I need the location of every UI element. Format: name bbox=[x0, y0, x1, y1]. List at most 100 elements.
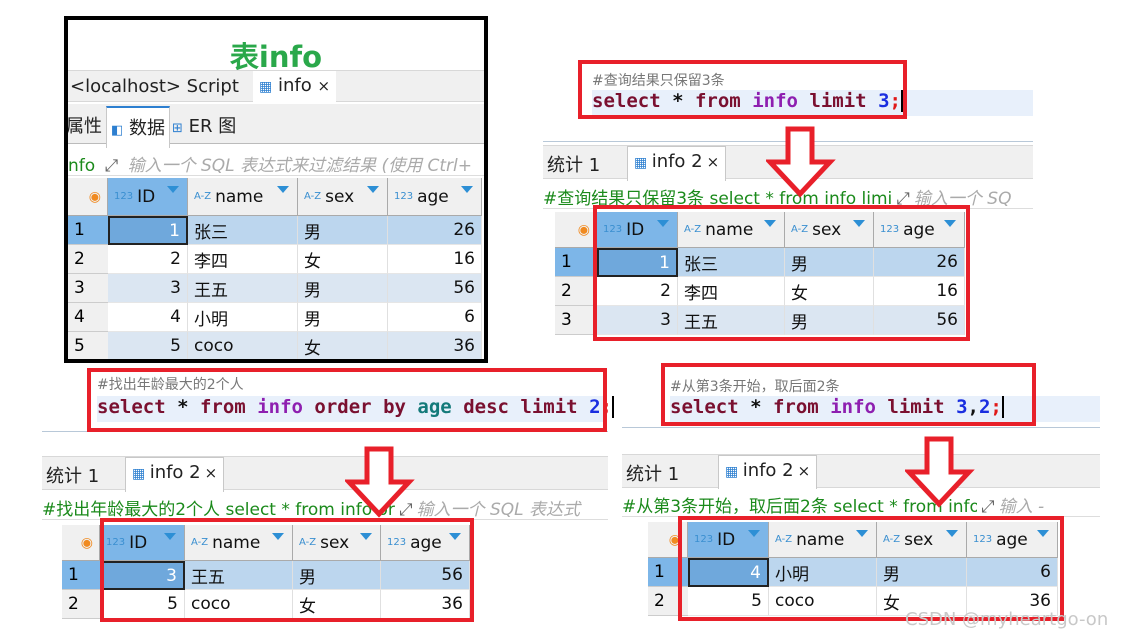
filter-input[interactable]: 输入一个 SQL 表达式来过滤结果 (使用 Ctrl+ bbox=[128, 156, 472, 175]
table-cell[interactable]: 4 bbox=[108, 303, 188, 332]
close-icon[interactable]: × bbox=[317, 77, 330, 95]
table-cell[interactable]: 6 bbox=[388, 303, 482, 332]
table-cell[interactable]: 2 bbox=[108, 245, 188, 274]
expand-icon[interactable]: ⤢ bbox=[105, 156, 119, 175]
record-icon: ◉ bbox=[80, 534, 93, 551]
offset-panel: #从第3条开始，取后面2条 select * from info limit 3,… bbox=[622, 363, 1100, 639]
results-tabbar: 统计 1 ▦ info 2 × bbox=[622, 454, 1100, 492]
filter-query: nfo bbox=[68, 156, 96, 176]
column-name: ID bbox=[137, 186, 156, 207]
tab-statistics[interactable]: 统计 1 bbox=[626, 460, 679, 486]
filter-input[interactable]: 输入一个 SQL 表达式 bbox=[417, 500, 580, 519]
er-diagram-icon: ⊞ bbox=[172, 121, 183, 136]
row-number[interactable]: 2 bbox=[68, 245, 108, 274]
row-number[interactable]: 4 bbox=[68, 303, 108, 332]
table-cell[interactable]: 女 bbox=[298, 245, 388, 274]
text-cursor bbox=[611, 396, 614, 418]
row-number[interactable]: 2 bbox=[62, 590, 100, 619]
column-header-age[interactable]: 123 age bbox=[388, 178, 482, 216]
tab-label: info 2 bbox=[149, 462, 201, 483]
close-icon[interactable]: × bbox=[798, 462, 811, 480]
subtab-label: 数据 bbox=[129, 118, 166, 139]
grid-icon: ▦ bbox=[725, 464, 743, 480]
table-cell[interactable]: 张三 bbox=[188, 216, 298, 245]
column-header-sex[interactable]: A-Z sex bbox=[298, 178, 388, 216]
filter-bar[interactable]: #找出年龄最大的2个人 select * from info or ⤢ 输入一个 S… bbox=[42, 492, 608, 520]
sort-dropdown-icon[interactable] bbox=[167, 186, 179, 193]
row-number[interactable]: 1 bbox=[62, 561, 100, 590]
table-cell[interactable]: 李四 bbox=[188, 245, 298, 274]
tab-label: 统计 1 bbox=[547, 155, 601, 176]
subtab-properties[interactable]: 属性 bbox=[68, 112, 102, 138]
table-cell[interactable]: 1 bbox=[108, 216, 188, 245]
table-cell[interactable]: 王五 bbox=[188, 274, 298, 303]
row-number[interactable]: 1 bbox=[68, 216, 108, 245]
tab-statistics[interactable]: 统计 1 bbox=[547, 151, 600, 177]
row-number[interactable]: 3 bbox=[68, 274, 108, 303]
tab-label: 统计 1 bbox=[626, 464, 680, 485]
expand-icon[interactable]: ⤢ bbox=[981, 497, 995, 516]
tab-script[interactable]: <localhost> Script bbox=[70, 76, 239, 97]
grid-icon: ▦ bbox=[132, 466, 150, 482]
row-number[interactable]: 1 bbox=[555, 248, 597, 277]
column-name: age bbox=[417, 186, 449, 207]
row-header-corner[interactable]: ◉ bbox=[68, 178, 108, 216]
row-header-corner[interactable]: ◉ bbox=[62, 525, 100, 561]
row-header-corner[interactable]: ◉ bbox=[555, 212, 597, 248]
table-cell[interactable]: 5 bbox=[108, 332, 188, 359]
highlight-box bbox=[661, 363, 1036, 426]
row-number[interactable]: 3 bbox=[555, 306, 597, 335]
subtab-er[interactable]: ⊞ ER 图 bbox=[172, 112, 236, 138]
tab-info-2[interactable]: ▦ info 2 × bbox=[627, 146, 727, 183]
table-cell[interactable]: 男 bbox=[298, 216, 388, 245]
text-type-icon: A-Z bbox=[304, 191, 322, 202]
grid-icon: ▦ bbox=[634, 155, 652, 171]
table-cell[interactable]: coco bbox=[188, 332, 298, 359]
highlight-box bbox=[678, 516, 1064, 621]
row-number[interactable]: 5 bbox=[68, 332, 108, 359]
limit3-panel: #查询结果只保留3条 select * from info limit 3; 统计 … bbox=[543, 60, 1033, 350]
tab-info-2[interactable]: ▦ info 2 × bbox=[718, 455, 818, 492]
sort-dropdown-icon[interactable] bbox=[461, 186, 473, 193]
record-icon: ◉ bbox=[577, 221, 590, 238]
table-info-panel: 表info <localhost> Script ▦ info × 属性 ◧ 数… bbox=[64, 16, 488, 363]
close-icon[interactable]: × bbox=[707, 153, 720, 171]
table-icon: ▦ bbox=[259, 79, 273, 95]
table-cell[interactable]: 3 bbox=[108, 274, 188, 303]
numeric-type-icon: 123 bbox=[114, 191, 134, 202]
tab-info-2[interactable]: ▦ info 2 × bbox=[125, 457, 225, 494]
table-cell[interactable]: 26 bbox=[388, 216, 482, 245]
table-cell[interactable]: 小明 bbox=[188, 303, 298, 332]
down-arrow-icon bbox=[766, 126, 836, 198]
table-cell[interactable]: 男 bbox=[298, 303, 388, 332]
column-name: sex bbox=[325, 186, 355, 207]
record-icon: ◉ bbox=[88, 188, 101, 205]
subtab-label: ER 图 bbox=[188, 116, 237, 137]
filter-query: #找出年龄最大的2个人 select * from info or bbox=[42, 500, 395, 520]
table-cell[interactable]: 女 bbox=[298, 332, 388, 359]
column-header-name[interactable]: A-Z name bbox=[188, 178, 298, 216]
sort-dropdown-icon[interactable] bbox=[367, 186, 379, 193]
close-icon[interactable]: × bbox=[205, 464, 218, 482]
tab-label: 统计 1 bbox=[46, 466, 100, 487]
subtab-data[interactable]: ◧ 数据 bbox=[106, 106, 171, 152]
filter-input[interactable]: 输入 - bbox=[999, 497, 1045, 516]
tab-label: info 2 bbox=[651, 151, 703, 172]
filter-bar[interactable]: nfo ⤢ 输入一个 SQL 表达式来过滤结果 (使用 Ctrl+ bbox=[68, 148, 484, 176]
text-type-icon: A-Z bbox=[194, 191, 212, 202]
tab-label: info bbox=[277, 75, 312, 96]
sort-dropdown-icon[interactable] bbox=[277, 186, 289, 193]
column-name: name bbox=[215, 186, 264, 207]
table-cell[interactable]: 56 bbox=[388, 274, 482, 303]
table-cell[interactable]: 36 bbox=[388, 332, 482, 359]
row-number[interactable]: 2 bbox=[555, 277, 597, 306]
filter-bar[interactable]: #从第3条开始，取后面2条 select * from info⤢ 输入 - bbox=[622, 489, 1100, 517]
column-header-id[interactable]: 123 ID bbox=[108, 178, 188, 216]
table-cell[interactable]: 16 bbox=[388, 245, 482, 274]
highlight-box bbox=[100, 518, 474, 622]
numeric-type-icon: 123 bbox=[394, 191, 414, 202]
subtab-bar: 属性 ◧ 数据 ⊞ ER 图 bbox=[68, 104, 484, 152]
table-cell[interactable]: 男 bbox=[298, 274, 388, 303]
tab-statistics[interactable]: 统计 1 bbox=[46, 462, 99, 488]
tab-info[interactable]: ▦ info × bbox=[253, 71, 337, 107]
